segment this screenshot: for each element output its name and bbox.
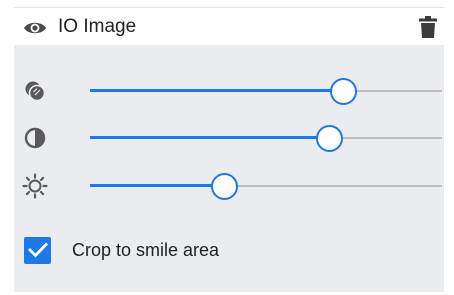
contrast-slider[interactable] bbox=[90, 121, 442, 155]
crop-to-smile-label: Crop to smile area bbox=[72, 240, 220, 260]
slider-thumb[interactable] bbox=[330, 78, 358, 105]
checkmark-icon bbox=[27, 242, 48, 258]
contrast-slider-row bbox=[14, 121, 444, 155]
opacity-slider-row bbox=[14, 74, 444, 108]
brightness-slider-row bbox=[14, 169, 444, 203]
contrast-icon bbox=[22, 125, 48, 151]
crop-to-smile-checkbox-row[interactable]: Crop to smile area bbox=[24, 235, 219, 265]
layer-header: IO Image bbox=[0, 0, 454, 45]
header-divider bbox=[14, 7, 444, 8]
opacity-slider[interactable] bbox=[90, 74, 442, 108]
image-adjustments-panel: Crop to smile area bbox=[14, 45, 444, 292]
slider-thumb[interactable] bbox=[210, 173, 238, 200]
slider-thumb[interactable] bbox=[316, 125, 344, 152]
slider-fill bbox=[90, 184, 224, 187]
crop-to-smile-checkbox[interactable] bbox=[24, 236, 51, 264]
brightness-icon bbox=[22, 173, 48, 199]
delete-layer-button[interactable] bbox=[414, 12, 442, 42]
brightness-slider[interactable] bbox=[90, 169, 442, 203]
trash-icon bbox=[419, 16, 437, 38]
slider-fill bbox=[90, 136, 330, 139]
opacity-icon bbox=[22, 78, 48, 104]
visibility-toggle[interactable] bbox=[22, 15, 48, 41]
eye-icon bbox=[24, 22, 46, 34]
layer-title: IO Image bbox=[58, 16, 137, 37]
slider-fill bbox=[90, 89, 344, 92]
